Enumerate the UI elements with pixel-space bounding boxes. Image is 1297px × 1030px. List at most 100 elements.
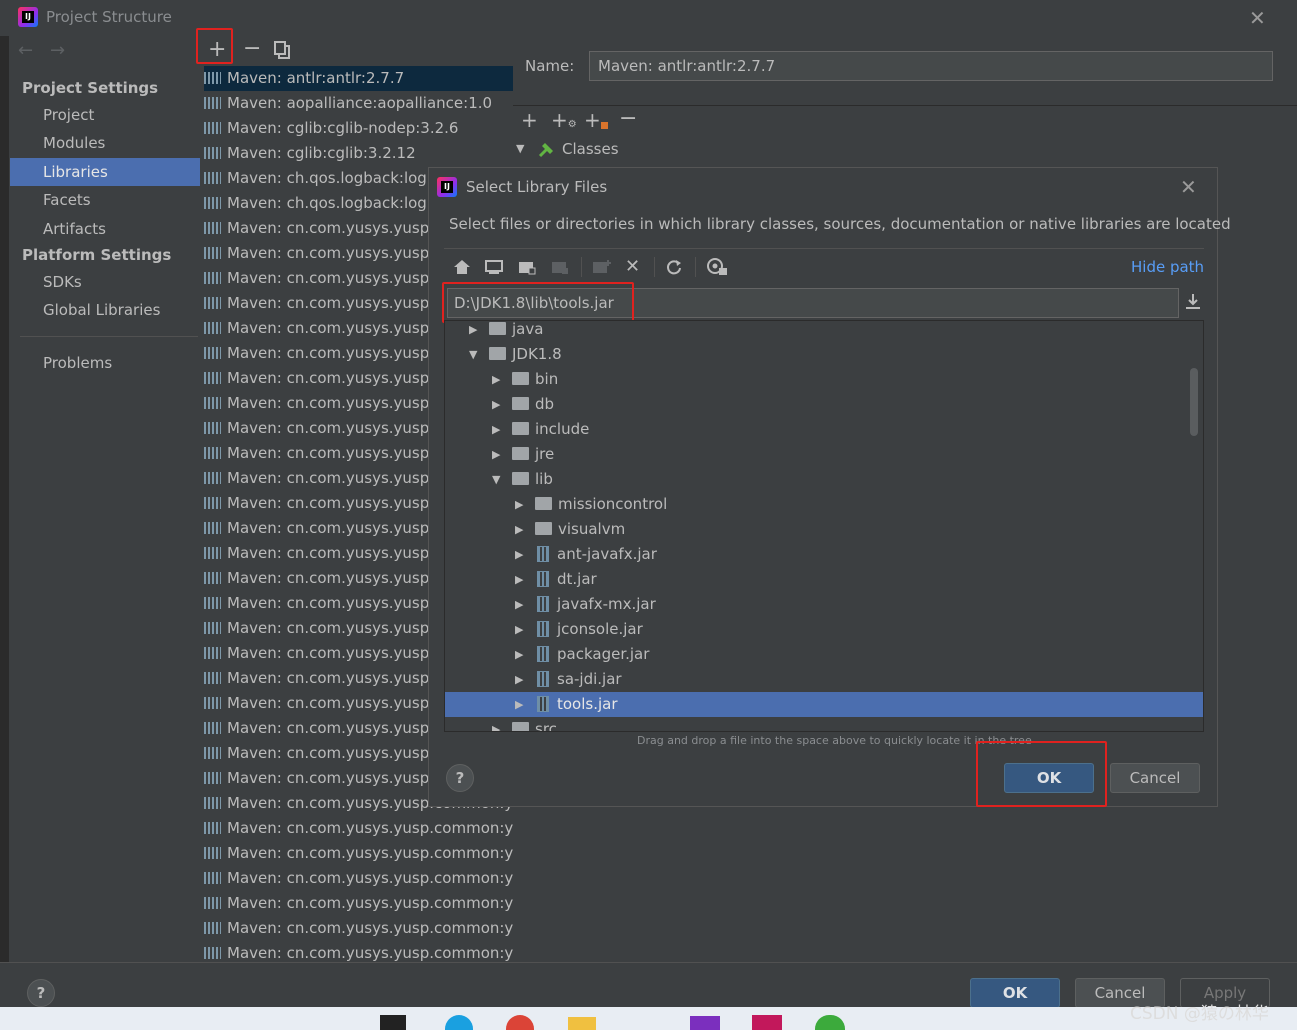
library-list-item[interactable]: Maven: antlr:antlr:2.7.7 [204, 66, 513, 91]
expand-arrow-icon[interactable]: ▶ [492, 442, 506, 467]
library-icon [204, 797, 221, 809]
library-list-item[interactable]: Maven: cn.com.yusys.yusp.common:yu [204, 916, 513, 941]
tree-node[interactable]: ▶ bin [445, 367, 1203, 392]
tree-node[interactable]: ▶ missioncontrol [445, 492, 1203, 517]
dialog-cancel-button[interactable]: Cancel [1110, 763, 1200, 793]
sidebar-item-artifacts[interactable]: Artifacts [10, 215, 200, 243]
refresh-icon[interactable] [665, 258, 683, 276]
tree-node[interactable]: ▶ javafx-mx.jar [445, 592, 1203, 617]
home-icon[interactable] [453, 259, 471, 275]
library-name: Maven: cn.com.yusys.yusp.c [227, 619, 443, 637]
tree-node[interactable]: ▼ JDK1.8 [445, 342, 1203, 367]
tree-node[interactable]: ▶ dt.jar [445, 567, 1203, 592]
tree-node-label: JDK1.8 [512, 345, 562, 363]
tree-node[interactable]: ▶ db [445, 392, 1203, 417]
expand-arrow-icon[interactable]: ▶ [515, 542, 529, 567]
highlight-path-field [442, 282, 634, 323]
tree-scrollbar[interactable] [1190, 368, 1198, 436]
library-list-item[interactable]: Maven: cn.com.yusys.yusp.common:yu [204, 866, 513, 891]
tree-node[interactable]: ▶ include [445, 417, 1203, 442]
dialog-help-button[interactable]: ? [446, 764, 474, 792]
expand-arrow-icon[interactable]: ▶ [515, 517, 529, 542]
sidebar-item-sdks[interactable]: SDKs [10, 268, 200, 296]
add-root-icon[interactable]: + [521, 108, 538, 132]
dialog-close-icon[interactable]: ✕ [1180, 175, 1197, 199]
add-url-icon[interactable]: + [584, 108, 608, 132]
library-icon [204, 572, 221, 584]
show-hidden-icon[interactable] [706, 258, 728, 276]
library-name: Maven: cn.com.yusys.yusp.c [227, 344, 443, 362]
tree-node-label: lib [535, 470, 553, 488]
library-list-item[interactable]: Maven: cn.com.yusys.yusp.common:yu [204, 816, 513, 841]
sidebar-item-problems[interactable]: Problems [10, 349, 200, 377]
sidebar-item-project[interactable]: Project [10, 101, 200, 129]
library-list-item[interactable]: Maven: aopalliance:aopalliance:1.0 [204, 91, 513, 116]
library-list-item[interactable]: Maven: cn.com.yusys.yusp.common:yu [204, 891, 513, 916]
tree-node[interactable]: ▶ tools.jar [445, 692, 1203, 717]
sidebar-item-libraries[interactable]: Libraries [10, 158, 200, 186]
library-list-item[interactable]: Maven: cglib:cglib-nodep:3.2.6 [204, 116, 513, 141]
expand-arrow-icon[interactable]: ▶ [492, 717, 506, 731]
collapse-arrow-icon[interactable]: ▼ [492, 467, 506, 492]
library-list-item[interactable]: Maven: cglib:cglib:3.2.12 [204, 141, 513, 166]
expand-arrow-icon[interactable]: ▶ [515, 567, 529, 592]
expand-arrow-icon[interactable]: ▶ [469, 321, 483, 342]
expand-arrow-icon[interactable]: ▶ [492, 367, 506, 392]
tree-node[interactable]: ▶ jconsole.jar [445, 617, 1203, 642]
collapse-arrow-icon[interactable]: ▼ [469, 342, 483, 367]
taskbar-intellij2-icon[interactable] [752, 1015, 782, 1030]
library-name: Maven: ch.qos.logback:logb [227, 169, 437, 187]
forward-arrow-icon[interactable]: → [50, 40, 65, 61]
expand-arrow-icon[interactable]: ▶ [515, 642, 529, 667]
project-folder-icon[interactable] [518, 259, 536, 275]
tree-node[interactable]: ▶ java [445, 320, 1203, 342]
library-name: Maven: cn.com.yusys.yusp.c [227, 669, 443, 687]
back-arrow-icon[interactable]: ← [18, 40, 33, 61]
window-close-icon[interactable]: ✕ [1249, 6, 1266, 30]
expand-arrow-icon[interactable]: ▶ [492, 392, 506, 417]
remove-root-icon[interactable]: − [619, 106, 637, 131]
expand-arrow-icon[interactable]: ▶ [515, 692, 529, 717]
copy-library-icon[interactable] [274, 41, 292, 59]
taskbar-intellij-icon[interactable] [380, 1015, 406, 1030]
sidebar-item-facets[interactable]: Facets [10, 186, 200, 214]
tree-node[interactable]: ▶ sa-jdi.jar [445, 667, 1203, 692]
library-list-item[interactable]: Maven: cn.com.yusys.yusp.common:yu [204, 941, 513, 962]
expand-arrow-icon[interactable]: ▶ [515, 617, 529, 642]
csdn-watermark: CSDN @猿の林华 [1130, 1004, 1269, 1024]
tree-node[interactable]: ▶ ant-javafx.jar [445, 542, 1203, 567]
new-folder-icon [593, 260, 611, 273]
expand-arrow-icon[interactable]: ▶ [515, 592, 529, 617]
tree-node[interactable]: ▶ src [445, 717, 1203, 731]
expand-arrow-icon[interactable]: ▶ [515, 667, 529, 692]
taskbar-folder-icon[interactable] [568, 1017, 596, 1030]
expand-arrow-icon[interactable]: ▶ [492, 417, 506, 442]
desktop-icon[interactable] [485, 259, 503, 275]
window-titlebar [0, 0, 1297, 36]
help-button[interactable]: ? [27, 979, 55, 1007]
download-icon[interactable] [1185, 293, 1201, 311]
tree-node[interactable]: ▶ packager.jar [445, 642, 1203, 667]
library-name: Maven: cn.com.yusys.yusp.common:yu [227, 819, 513, 837]
remove-library-icon[interactable]: − [243, 36, 261, 61]
highlight-add-button [196, 28, 233, 64]
library-icon [204, 547, 221, 559]
sidebar-item-modules[interactable]: Modules [10, 129, 200, 157]
add-specific-root-icon[interactable]: +⚙ [551, 108, 577, 132]
expand-arrow-icon[interactable]: ▼ [516, 142, 524, 155]
sidebar-item-global-libraries[interactable]: Global Libraries [10, 296, 200, 324]
library-list-item[interactable]: Maven: cn.com.yusys.yusp.common:yu [204, 841, 513, 866]
roots-separator [513, 105, 1297, 106]
ok-button[interactable]: OK [970, 978, 1060, 1008]
delete-icon[interactable]: ✕ [625, 256, 640, 277]
expand-arrow-icon[interactable]: ▶ [515, 492, 529, 517]
library-name: Maven: cn.com.yusys.yusp.common:yu [227, 919, 513, 937]
tree-node[interactable]: ▶ jre [445, 442, 1203, 467]
tree-node[interactable]: ▶ visualvm [445, 517, 1203, 542]
tree-node[interactable]: ▼ lib [445, 467, 1203, 492]
name-field[interactable]: Maven: antlr:antlr:2.7.7 [589, 51, 1273, 81]
tree-node-label: java [512, 320, 544, 338]
jar-file-icon [537, 596, 549, 612]
hide-path-link[interactable]: Hide path [1131, 258, 1204, 276]
taskbar-onenote-icon[interactable] [690, 1016, 720, 1030]
